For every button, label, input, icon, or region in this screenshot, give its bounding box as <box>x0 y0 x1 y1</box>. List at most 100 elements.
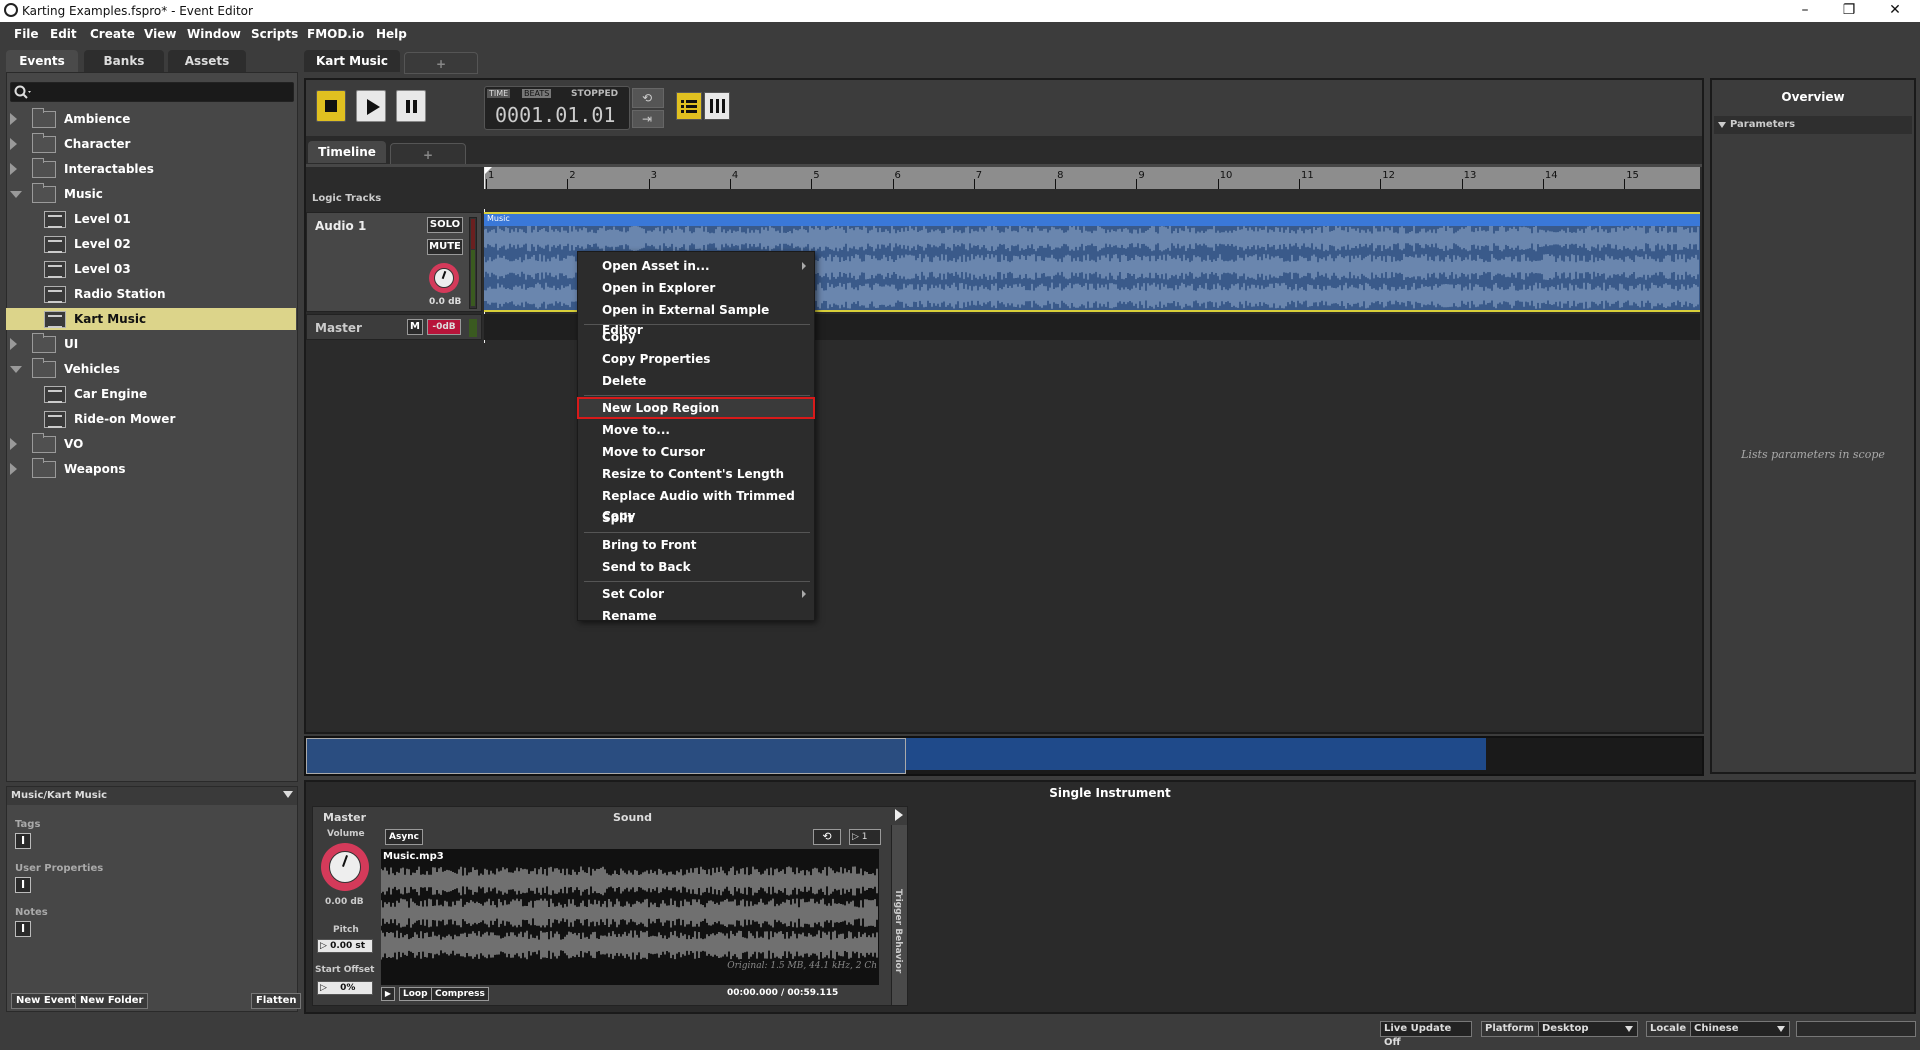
tree-folder[interactable]: Interactables <box>6 158 296 180</box>
trigger-behavior-drawer[interactable]: Trigger Behavior <box>891 825 907 1005</box>
context-menu-item[interactable]: Move to... <box>578 420 814 440</box>
menu-help[interactable]: Help <box>376 27 407 41</box>
context-menu-item[interactable]: Open in Explorer <box>578 278 814 298</box>
context-menu-item[interactable]: Resize to Content's Length <box>578 464 814 484</box>
tab-assets[interactable]: Assets <box>168 50 246 72</box>
tree-event[interactable]: Ride-on Mower <box>6 408 296 430</box>
play-count-field[interactable]: ▷ 1 <box>849 829 881 845</box>
time-mode-toggle[interactable]: TIME <box>487 89 511 98</box>
loop-playback-button[interactable]: ⟲ <box>632 88 664 108</box>
context-menu-item[interactable]: Move to Cursor <box>578 442 814 462</box>
live-update-toggle[interactable]: Live Update Off <box>1380 1021 1472 1048</box>
restore-icon[interactable]: ❐ <box>1826 0 1872 22</box>
collapsed-arrow-icon[interactable] <box>10 338 17 350</box>
tree-folder[interactable]: VO <box>6 433 296 455</box>
tree-event[interactable]: Level 03 <box>6 258 296 280</box>
tab-timeline[interactable]: Timeline <box>308 141 386 163</box>
master-track-header[interactable]: Master M -0dB <box>306 314 482 340</box>
context-menu-item[interactable]: Rename <box>578 606 814 626</box>
tree-folder[interactable]: Vehicles <box>6 358 296 380</box>
playhead-marker[interactable] <box>484 167 492 175</box>
loop-mode-button[interactable]: ⟲ <box>813 829 841 845</box>
tree-folder[interactable]: Music <box>6 183 296 205</box>
navigator-viewport[interactable] <box>306 738 906 774</box>
context-menu-item[interactable]: Delete <box>578 371 814 391</box>
tree-event[interactable]: Car Engine <box>6 383 296 405</box>
master-mute-button[interactable]: M <box>407 319 423 335</box>
platform-select[interactable]: Desktop <box>1538 1021 1638 1037</box>
collapsed-arrow-icon[interactable] <box>10 113 17 125</box>
context-menu-item[interactable]: Bring to Front <box>578 535 814 555</box>
instrument-volume-knob[interactable] <box>321 843 369 891</box>
expanded-arrow-icon[interactable] <box>10 366 22 373</box>
collapsed-arrow-icon[interactable] <box>10 463 17 475</box>
loop-toggle-button[interactable]: Loop <box>399 987 432 1001</box>
pause-button[interactable] <box>396 90 426 122</box>
parameters-section-header[interactable]: Parameters <box>1714 116 1912 134</box>
tree-folder[interactable]: Weapons <box>6 458 296 480</box>
menu-create[interactable]: Create <box>90 27 135 41</box>
context-menu-item[interactable]: Send to Back <box>578 557 814 577</box>
close-icon[interactable]: ✕ <box>1872 0 1918 22</box>
add-parameter-tab-button[interactable]: + <box>390 143 466 165</box>
menu-edit[interactable]: Edit <box>50 27 77 41</box>
menu-window[interactable]: Window <box>187 27 241 41</box>
async-button[interactable]: Async <box>385 829 423 845</box>
minimize-icon[interactable]: – <box>1782 0 1828 22</box>
pitch-field[interactable]: ▷ 0.00 st <box>317 939 373 953</box>
new-event-button[interactable]: New Event <box>11 993 81 1009</box>
notes-edit-icon[interactable]: I <box>15 921 31 937</box>
compress-button[interactable]: Compress <box>431 987 489 1001</box>
audio-track-header[interactable]: Audio 1 SOLO MUTE 0.0 dB <box>306 212 482 312</box>
tree-event[interactable]: Level 02 <box>6 233 296 255</box>
tree-folder[interactable]: Ambience <box>6 108 296 130</box>
collapsed-arrow-icon[interactable] <box>10 138 17 150</box>
expand-right-icon[interactable] <box>895 809 903 821</box>
tree-event[interactable]: Radio Station <box>6 283 296 305</box>
region-header[interactable]: Music <box>484 214 1700 226</box>
volume-knob[interactable] <box>429 263 459 293</box>
search-input[interactable] <box>10 82 294 102</box>
flatten-button[interactable]: Flatten <box>251 993 302 1009</box>
menu-fmodio[interactable]: FMOD.io <box>307 27 364 41</box>
locale-select[interactable]: Chinese <box>1690 1021 1790 1037</box>
context-menu-item[interactable]: New Loop Region <box>577 397 815 419</box>
context-menu-item[interactable]: Copy <box>578 327 814 347</box>
collapse-icon[interactable] <box>283 791 293 798</box>
tab-banks[interactable]: Banks <box>84 50 164 72</box>
context-menu-item[interactable]: Open in External Sample Editor <box>578 300 814 337</box>
tags-edit-icon[interactable]: I <box>15 833 31 849</box>
play-button[interactable] <box>356 90 386 122</box>
menu-view[interactable]: View <box>144 27 176 41</box>
tree-folder[interactable]: Character <box>6 133 296 155</box>
new-folder-button[interactable]: New Folder <box>75 993 149 1009</box>
start-offset-field[interactable]: ▷ 0% <box>317 981 373 995</box>
tree-event[interactable]: Kart Music <box>6 308 296 330</box>
expanded-arrow-icon[interactable] <box>10 191 22 198</box>
track-name[interactable]: Audio 1 <box>315 219 366 233</box>
context-menu-item[interactable]: Split <box>578 508 814 528</box>
mixer-view-button[interactable] <box>704 92 730 120</box>
mute-button[interactable]: MUTE <box>427 239 463 255</box>
context-menu-item[interactable]: Replace Audio with Trimmed Copy <box>578 486 814 523</box>
time-display[interactable]: TIME BEATS STOPPED 0001.01.01 <box>484 86 630 130</box>
collapsed-arrow-icon[interactable] <box>10 438 17 450</box>
user-properties-edit-icon[interactable]: I <box>15 877 31 893</box>
timeline-navigator[interactable] <box>304 736 1704 776</box>
context-menu-item[interactable]: Copy Properties <box>578 349 814 369</box>
tab-kart-music[interactable]: Kart Music <box>304 50 400 72</box>
master-volume-slider[interactable]: -0dB <box>427 319 461 335</box>
tab-events[interactable]: Events <box>6 50 78 72</box>
beats-mode-toggle[interactable]: BEATS <box>522 89 552 98</box>
menu-scripts[interactable]: Scripts <box>251 27 298 41</box>
context-menu-item[interactable]: Open Asset in... <box>578 256 814 276</box>
follow-playback-button[interactable]: ⇥ <box>632 110 664 128</box>
solo-button[interactable]: SOLO <box>427 217 463 233</box>
sound-waveform-panel[interactable]: Music.mp3 Original: 1.5 MB, 44.1 kHz, 2 … <box>381 849 879 985</box>
list-view-button[interactable] <box>676 92 702 120</box>
preview-play-button[interactable]: ▶ <box>381 987 395 1001</box>
collapsed-arrow-icon[interactable] <box>10 163 17 175</box>
menu-file[interactable]: File <box>14 27 39 41</box>
stop-button[interactable] <box>316 90 346 122</box>
timeline-ruler[interactable]: 1 2 3 4 5 6 7 8 9 10 11 12 13 14 15 <box>484 167 1700 189</box>
